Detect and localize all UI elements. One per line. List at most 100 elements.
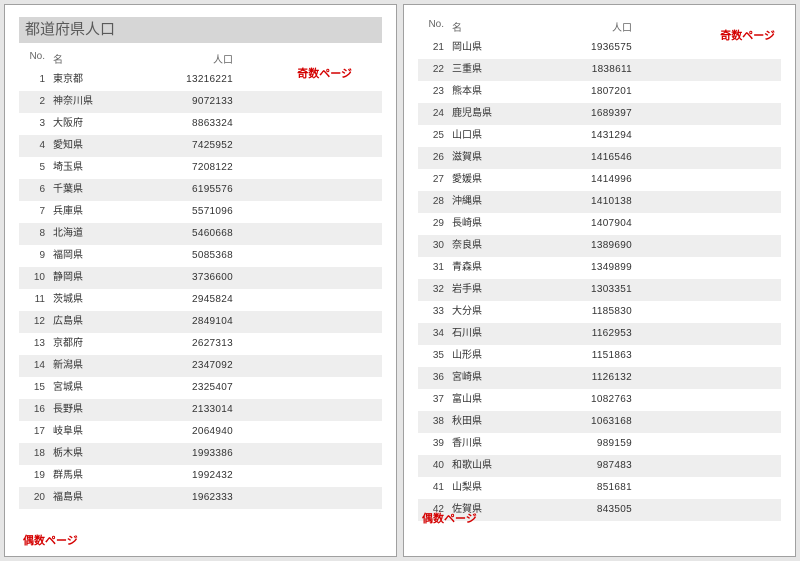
cell-no: 40 bbox=[418, 455, 452, 477]
page-title: 都道府県人口 bbox=[19, 17, 382, 43]
cell-pop: 5571096 bbox=[163, 201, 233, 223]
table-row: 8北海道5460668 bbox=[19, 223, 382, 245]
header-pop: 人口 bbox=[163, 51, 233, 66]
table-row: 4愛知県7425952 bbox=[19, 135, 382, 157]
cell-no: 13 bbox=[19, 333, 53, 355]
cell-no: 20 bbox=[19, 487, 53, 509]
table-row: 17岐阜県2064940 bbox=[19, 421, 382, 443]
cell-no: 39 bbox=[418, 433, 452, 455]
cell-name: 茨城県 bbox=[53, 289, 163, 311]
cell-name: 宮崎県 bbox=[452, 367, 562, 389]
cell-pop: 1936575 bbox=[562, 37, 632, 59]
cell-name: 山口県 bbox=[452, 125, 562, 147]
cell-pop: 1303351 bbox=[562, 279, 632, 301]
cell-name: 富山県 bbox=[452, 389, 562, 411]
cell-pop: 1416546 bbox=[562, 147, 632, 169]
cell-no: 15 bbox=[19, 377, 53, 399]
cell-pop: 989159 bbox=[562, 433, 632, 455]
cell-name: 埼玉県 bbox=[53, 157, 163, 179]
cell-name: 兵庫県 bbox=[53, 201, 163, 223]
table-row: 2神奈川県9072133 bbox=[19, 91, 382, 113]
cell-name: 秋田県 bbox=[452, 411, 562, 433]
cell-no: 37 bbox=[418, 389, 452, 411]
cell-pop: 7425952 bbox=[163, 135, 233, 157]
cell-name: 愛知県 bbox=[53, 135, 163, 157]
cell-no: 14 bbox=[19, 355, 53, 377]
cell-no: 17 bbox=[19, 421, 53, 443]
cell-pop: 2849104 bbox=[163, 311, 233, 333]
table-row: 27愛媛県1414996 bbox=[418, 169, 781, 191]
cell-pop: 851681 bbox=[562, 477, 632, 499]
cell-name: 大阪府 bbox=[53, 113, 163, 135]
cell-no: 34 bbox=[418, 323, 452, 345]
header-no: No. bbox=[19, 51, 53, 66]
cell-pop: 1185830 bbox=[562, 301, 632, 323]
cell-no: 30 bbox=[418, 235, 452, 257]
cell-name: 長崎県 bbox=[452, 213, 562, 235]
table-row: 10静岡県3736600 bbox=[19, 267, 382, 289]
cell-pop: 1126132 bbox=[562, 367, 632, 389]
cell-name: 福岡県 bbox=[53, 245, 163, 267]
cell-name: 山形県 bbox=[452, 345, 562, 367]
cell-no: 25 bbox=[418, 125, 452, 147]
cell-no: 3 bbox=[19, 113, 53, 135]
cell-pop: 1151863 bbox=[562, 345, 632, 367]
cell-no: 19 bbox=[19, 465, 53, 487]
cell-no: 31 bbox=[418, 257, 452, 279]
table-row: 14新潟県2347092 bbox=[19, 355, 382, 377]
table-row: 36宮崎県1126132 bbox=[418, 367, 781, 389]
table-row: 32岩手県1303351 bbox=[418, 279, 781, 301]
page-1: 都道府県人口 奇数ページ 偶数ページ No. 名 人口 1東京都13216221… bbox=[4, 4, 397, 557]
cell-no: 16 bbox=[19, 399, 53, 421]
cell-no: 9 bbox=[19, 245, 53, 267]
prefecture-table: No. 名 人口 1東京都132162212神奈川県90721333大阪府886… bbox=[19, 49, 382, 509]
cell-pop: 2627313 bbox=[163, 333, 233, 355]
table-row: 22三重県1838611 bbox=[418, 59, 781, 81]
table-row: 38秋田県1063168 bbox=[418, 411, 781, 433]
table-row: 24鹿児島県1689397 bbox=[418, 103, 781, 125]
cell-name: 広島県 bbox=[53, 311, 163, 333]
cell-name: 神奈川県 bbox=[53, 91, 163, 113]
cell-name: 宮城県 bbox=[53, 377, 163, 399]
cell-name: 京都府 bbox=[53, 333, 163, 355]
cell-no: 2 bbox=[19, 91, 53, 113]
cell-name: 鹿児島県 bbox=[452, 103, 562, 125]
cell-pop: 1162953 bbox=[562, 323, 632, 345]
cell-pop: 1414996 bbox=[562, 169, 632, 191]
cell-pop: 1082763 bbox=[562, 389, 632, 411]
cell-name: 滋賀県 bbox=[452, 147, 562, 169]
cell-no: 32 bbox=[418, 279, 452, 301]
table-row: 28沖縄県1410138 bbox=[418, 191, 781, 213]
cell-pop: 1407904 bbox=[562, 213, 632, 235]
cell-name: 岐阜県 bbox=[53, 421, 163, 443]
cell-name: 岩手県 bbox=[452, 279, 562, 301]
cell-pop: 2347092 bbox=[163, 355, 233, 377]
cell-no: 35 bbox=[418, 345, 452, 367]
page-2: 奇数ページ 偶数ページ No. 名 人口 21岡山県193657522三重県18… bbox=[403, 4, 796, 557]
table-body: 21岡山県193657522三重県183861123熊本県180720124鹿児… bbox=[418, 37, 781, 521]
header-name: 名 bbox=[452, 19, 562, 34]
prefecture-table: No. 名 人口 21岡山県193657522三重県183861123熊本県18… bbox=[418, 17, 781, 521]
cell-name: 香川県 bbox=[452, 433, 562, 455]
cell-pop: 5085368 bbox=[163, 245, 233, 267]
cell-no: 24 bbox=[418, 103, 452, 125]
cell-pop: 2945824 bbox=[163, 289, 233, 311]
cell-no: 8 bbox=[19, 223, 53, 245]
cell-pop: 1689397 bbox=[562, 103, 632, 125]
cell-no: 28 bbox=[418, 191, 452, 213]
cell-pop: 2325407 bbox=[163, 377, 233, 399]
cell-name: 熊本県 bbox=[452, 81, 562, 103]
cell-pop: 1410138 bbox=[562, 191, 632, 213]
cell-pop: 1838611 bbox=[562, 59, 632, 81]
cell-name: 山梨県 bbox=[452, 477, 562, 499]
cell-name: 群馬県 bbox=[53, 465, 163, 487]
cell-name: 奈良県 bbox=[452, 235, 562, 257]
cell-no: 27 bbox=[418, 169, 452, 191]
cell-no: 5 bbox=[19, 157, 53, 179]
cell-name: 北海道 bbox=[53, 223, 163, 245]
cell-name: 青森県 bbox=[452, 257, 562, 279]
cell-no: 38 bbox=[418, 411, 452, 433]
cell-pop: 1431294 bbox=[562, 125, 632, 147]
table-row: 39香川県989159 bbox=[418, 433, 781, 455]
cell-name: 愛媛県 bbox=[452, 169, 562, 191]
